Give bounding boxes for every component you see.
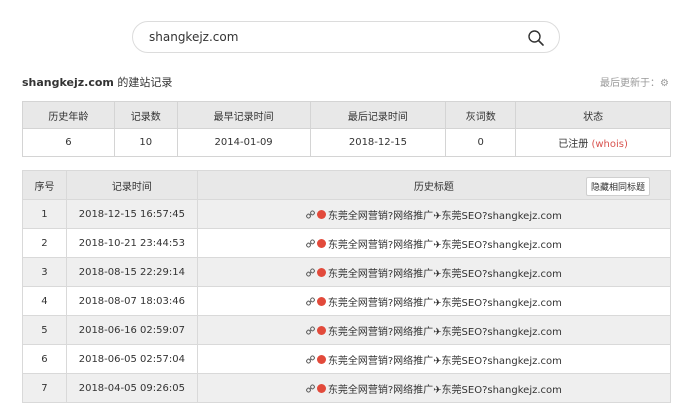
warning-badge-icon — [316, 383, 326, 393]
page-title-domain: shangkejz.com — [22, 76, 114, 89]
summary-status: 已注册 (whois) — [515, 128, 671, 157]
history-table: 序号 记录时间 历史标题 隐藏相同标题 1 2018-12-15 16:57:45… — [22, 170, 672, 403]
row-time: 2018-06-05 02:57:04 — [65, 344, 198, 374]
row-time: 2018-12-15 16:57:45 — [65, 199, 198, 229]
table-row: 2 2018-10-21 23:44:53 东莞全网营销?网络推广✈东莞SEO?sh… — [22, 228, 672, 258]
table-row: 6 2018-06-05 02:57:04 东莞全网营销?网络推广✈东莞SEO?sh… — [22, 344, 672, 374]
summary-gray: 0 — [445, 128, 517, 157]
link-icon[interactable] — [305, 238, 315, 248]
summary-header-age: 历史年龄 — [22, 101, 115, 129]
warning-badge-icon — [316, 325, 326, 335]
last-updated: 最后更新于：⚙ — [600, 74, 669, 89]
link-icon[interactable] — [305, 354, 315, 364]
summary-age: 6 — [22, 128, 115, 157]
history-header-title: 历史标题 隐藏相同标题 — [196, 170, 672, 200]
search-icon[interactable] — [527, 29, 545, 47]
summary-header-count: 记录数 — [113, 101, 178, 129]
search-input[interactable]: shangkejz.com — [149, 22, 238, 52]
page-title: shangkejz.com 的建站记录 — [22, 74, 172, 90]
link-icon[interactable] — [305, 209, 315, 219]
row-title[interactable]: 东莞全网营销?网络推广✈东莞SEO?shangkejz.com — [328, 207, 562, 222]
whois-paren-close: ) — [623, 139, 628, 150]
row-title[interactable]: 东莞全网营销?网络推广✈东莞SEO?shangkejz.com — [328, 236, 562, 251]
history-header-title-label: 历史标题 — [413, 181, 454, 193]
table-row: 1 2018-12-15 16:57:45 东莞全网营销?网络推广✈东莞SEO?sh… — [22, 199, 672, 229]
row-title-cell: 东莞全网营销?网络推广✈东莞SEO?shangkejz.com — [196, 315, 672, 345]
row-number: 2 — [22, 228, 67, 258]
row-title[interactable]: 东莞全网营销?网络推广✈东莞SEO?shangkejz.com — [328, 323, 562, 338]
row-number: 7 — [22, 373, 67, 403]
warning-badge-icon — [316, 267, 326, 277]
row-title[interactable]: 东莞全网营销?网络推广✈东莞SEO?shangkejz.com — [328, 265, 562, 280]
row-number: 5 — [22, 315, 67, 345]
summary-header-latest: 最后记录时间 — [309, 101, 447, 129]
row-time: 2018-06-16 02:59:07 — [65, 315, 198, 345]
summary-header-earliest: 最早记录时间 — [176, 101, 311, 129]
status-text: 已注册 — [558, 139, 589, 150]
whois-link[interactable]: whois — [595, 139, 624, 150]
row-title-wrap: 东莞全网营销?网络推广✈东莞SEO?shangkejz.com — [305, 352, 562, 367]
row-title-wrap: 东莞全网营销?网络推广✈东莞SEO?shangkejz.com — [305, 207, 562, 222]
warning-badge-icon — [316, 238, 326, 248]
last-updated-label: 最后更新于： — [600, 78, 661, 89]
row-title-cell: 东莞全网营销?网络推广✈东莞SEO?shangkejz.com — [196, 286, 672, 316]
table-row: 3 2018-08-15 22:29:14 东莞全网营销?网络推广✈东莞SEO?sh… — [22, 257, 672, 287]
row-number: 1 — [22, 199, 67, 229]
warning-badge-icon — [316, 296, 326, 306]
history-header-no: 序号 — [22, 170, 67, 200]
summary-earliest: 2014-01-09 — [176, 128, 311, 157]
summary-header-status: 状态 — [515, 101, 671, 129]
row-title[interactable]: 东莞全网营销?网络推广✈东莞SEO?shangkejz.com — [328, 294, 562, 309]
summary-table: 历史年龄 记录数 最早记录时间 最后记录时间 灰词数 状态 6 10 2014-… — [22, 101, 671, 157]
row-title-wrap: 东莞全网营销?网络推广✈东莞SEO?shangkejz.com — [305, 294, 562, 309]
row-number: 6 — [22, 344, 67, 374]
row-number: 4 — [22, 286, 67, 316]
summary-count: 10 — [113, 128, 178, 157]
summary-value-row: 6 10 2014-01-09 2018-12-15 0 已注册 (whois) — [22, 128, 671, 157]
table-row: 7 2018-04-05 09:26:05 东莞全网营销?网络推广✈东莞SEO?sh… — [22, 373, 672, 403]
row-title-wrap: 东莞全网营销?网络推广✈东莞SEO?shangkejz.com — [305, 265, 562, 280]
warning-badge-icon — [316, 209, 326, 219]
link-icon[interactable] — [305, 296, 315, 306]
search-box[interactable]: shangkejz.com — [132, 21, 560, 53]
table-row: 4 2018-08-07 18:03:46 东莞全网营销?网络推广✈东莞SEO?sh… — [22, 286, 672, 316]
summary-header-gray: 灰词数 — [445, 101, 517, 129]
summary-latest: 2018-12-15 — [309, 128, 447, 157]
history-header-time: 记录时间 — [65, 170, 198, 200]
row-title-cell: 东莞全网营销?网络推广✈东莞SEO?shangkejz.com — [196, 373, 672, 403]
row-title-cell: 东莞全网营销?网络推广✈东莞SEO?shangkejz.com — [196, 257, 672, 287]
row-time: 2018-08-07 18:03:46 — [65, 286, 198, 316]
warning-badge-icon — [316, 354, 326, 364]
row-time: 2018-08-15 22:29:14 — [65, 257, 198, 287]
table-row: 5 2018-06-16 02:59:07 东莞全网营销?网络推广✈东莞SEO?sh… — [22, 315, 672, 345]
row-title-wrap: 东莞全网营销?网络推广✈东莞SEO?shangkejz.com — [305, 323, 562, 338]
row-title[interactable]: 东莞全网营销?网络推广✈东莞SEO?shangkejz.com — [328, 381, 562, 396]
history-header-row: 序号 记录时间 历史标题 隐藏相同标题 — [22, 170, 672, 200]
link-icon[interactable] — [305, 383, 315, 393]
history-body: 1 2018-12-15 16:57:45 东莞全网营销?网络推广✈东莞SEO?sh… — [22, 199, 672, 403]
row-time: 2018-04-05 09:26:05 — [65, 373, 198, 403]
row-title-wrap: 东莞全网营销?网络推广✈东莞SEO?shangkejz.com — [305, 236, 562, 251]
hide-duplicate-titles-button[interactable]: 隐藏相同标题 — [585, 177, 650, 196]
summary-header-row: 历史年龄 记录数 最早记录时间 最后记录时间 灰词数 状态 — [22, 101, 671, 129]
link-icon[interactable] — [305, 267, 315, 277]
page-title-suffix: 的建站记录 — [113, 76, 173, 89]
row-title-cell: 东莞全网营销?网络推广✈东莞SEO?shangkejz.com — [196, 344, 672, 374]
row-title-cell: 东莞全网营销?网络推广✈东莞SEO?shangkejz.com — [196, 228, 672, 258]
row-time: 2018-10-21 23:44:53 — [65, 228, 198, 258]
row-number: 3 — [22, 257, 67, 287]
gear-icon[interactable]: ⚙ — [660, 78, 669, 89]
row-title-cell: 东莞全网营销?网络推广✈东莞SEO?shangkejz.com — [196, 199, 672, 229]
link-icon[interactable] — [305, 325, 315, 335]
row-title-wrap: 东莞全网营销?网络推广✈东莞SEO?shangkejz.com — [305, 381, 562, 396]
row-title[interactable]: 东莞全网营销?网络推广✈东莞SEO?shangkejz.com — [328, 352, 562, 367]
